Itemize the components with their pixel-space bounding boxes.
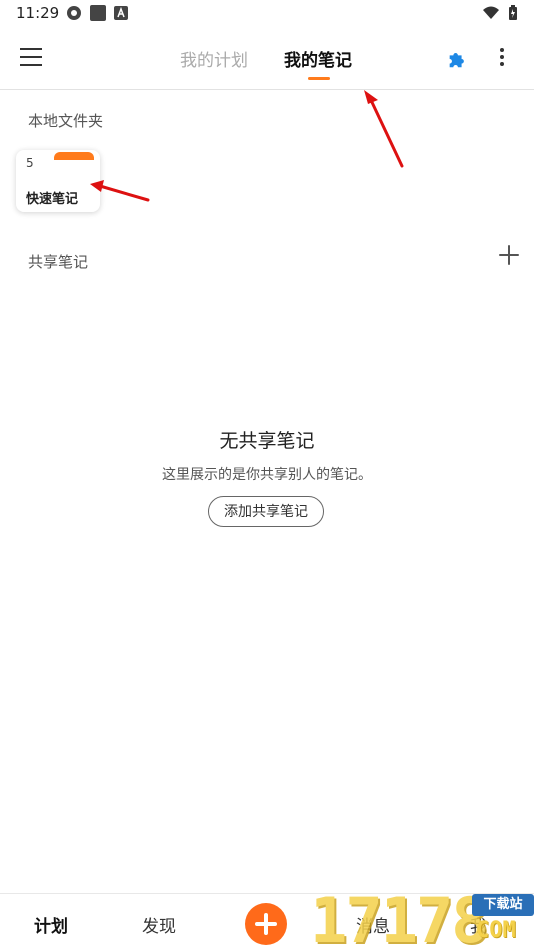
folder-tab-accent [54,152,94,160]
wifi-icon [483,6,499,19]
tab-my-plans[interactable]: 我的计划 [180,46,248,71]
annotation-arrow-tab [364,90,404,168]
empty-state-description: 这里展示的是你共享别人的笔记。 [162,467,372,483]
status-icons-right [482,5,518,21]
nav-discover[interactable]: 发现 [142,912,176,937]
nav-plan[interactable]: 计划 [34,912,68,937]
folder-note-count: 5 [26,156,34,170]
local-folders-title: 本地文件夹 [28,112,104,130]
status-bar: 11:29 [0,0,534,28]
notification-square-icon [90,5,106,21]
site-watermark: 17178 下载站 COM [310,884,534,950]
puzzle-icon[interactable] [446,48,468,70]
app-a-icon [114,6,128,20]
watermark-suffix: COM [476,918,516,943]
add-shared-note-button[interactable]: 添加共享笔记 [208,496,324,527]
watermark-digits: 17178 [310,884,489,950]
add-shared-note-icon[interactable] [498,244,520,266]
annotation-arrow-folder [90,180,150,202]
battery-icon [509,5,517,20]
watermark-badge: 下载站 [472,894,534,916]
shared-notes-title: 共享笔记 [28,253,89,271]
status-time: 11:29 [16,4,60,22]
app-bar: 我的计划 我的笔记 [0,28,534,90]
add-fab-button[interactable] [245,903,287,945]
more-vert-icon[interactable] [498,48,506,68]
folder-name: 快速笔记 [26,192,79,207]
active-tab-indicator [308,77,330,80]
vpn-icon [67,6,81,20]
status-icons-left [66,5,128,21]
tab-my-notes[interactable]: 我的笔记 [284,46,352,71]
empty-state-title: 无共享笔记 [219,430,315,452]
